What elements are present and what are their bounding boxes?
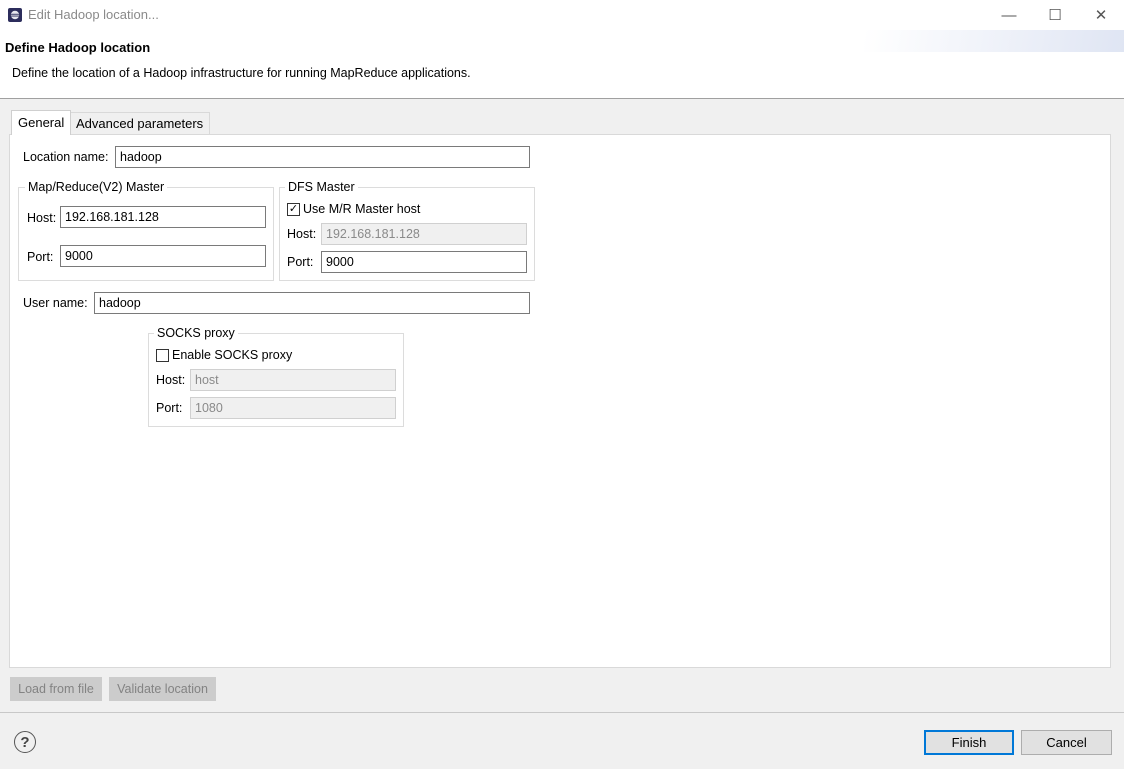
cancel-button[interactable]: Cancel [1021, 730, 1112, 755]
enable-socks-label[interactable]: Enable SOCKS proxy [172, 348, 292, 362]
mr-host-input[interactable]: 192.168.181.128 [60, 206, 266, 228]
location-name-input[interactable]: hadoop [115, 146, 530, 168]
location-name-label: Location name: [23, 150, 109, 164]
use-mr-master-checkbox[interactable]: ✓ [287, 203, 300, 216]
socks-proxy-group-title: SOCKS proxy [154, 326, 238, 340]
socks-host-label: Host: [156, 373, 186, 387]
dfs-port-label: Port: [287, 255, 314, 269]
page-description: Define the location of a Hadoop infrastr… [12, 66, 471, 80]
mr-host-label: Host: [27, 211, 57, 225]
tab-general[interactable]: General [11, 110, 72, 135]
footer-divider [0, 712, 1124, 713]
window-title: Edit Hadoop location... [28, 7, 159, 22]
dfs-master-group-title: DFS Master [285, 180, 358, 194]
tab-advanced-parameters[interactable]: Advanced parameters [69, 112, 211, 134]
socks-host-input: host [190, 369, 396, 391]
checkmark-icon: ✓ [288, 203, 299, 215]
minimize-icon[interactable]: — [986, 0, 1032, 30]
dfs-host-input: 192.168.181.128 [321, 223, 527, 245]
header-banner-decoration [864, 30, 1124, 52]
close-icon[interactable]: ✕ [1078, 0, 1124, 30]
header-divider [0, 98, 1124, 99]
user-name-label: User name: [23, 296, 88, 310]
mr-port-label: Port: [27, 250, 54, 264]
dfs-host-label: Host: [287, 227, 317, 241]
use-mr-master-label[interactable]: Use M/R Master host [303, 202, 420, 216]
maximize-icon[interactable]: ☐ [1032, 0, 1078, 30]
finish-button[interactable]: Finish [924, 730, 1014, 755]
load-from-file-button[interactable]: Load from file [10, 677, 102, 701]
enable-socks-checkbox[interactable] [156, 349, 169, 362]
dfs-port-input[interactable]: 9000 [321, 251, 527, 273]
title-bar [0, 0, 1124, 30]
page-title: Define Hadoop location [5, 40, 151, 55]
mr-master-group-title: Map/Reduce(V2) Master [25, 180, 168, 194]
socks-port-input: 1080 [190, 397, 396, 419]
help-icon[interactable]: ? [14, 731, 36, 753]
socks-port-label: Port: [156, 401, 183, 415]
eclipse-app-icon [8, 8, 22, 22]
wizard-header: Define Hadoop location Define the locati… [0, 30, 1124, 98]
mr-port-input[interactable]: 9000 [60, 245, 266, 267]
validate-location-button[interactable]: Validate location [109, 677, 216, 701]
user-name-input[interactable]: hadoop [94, 292, 530, 314]
